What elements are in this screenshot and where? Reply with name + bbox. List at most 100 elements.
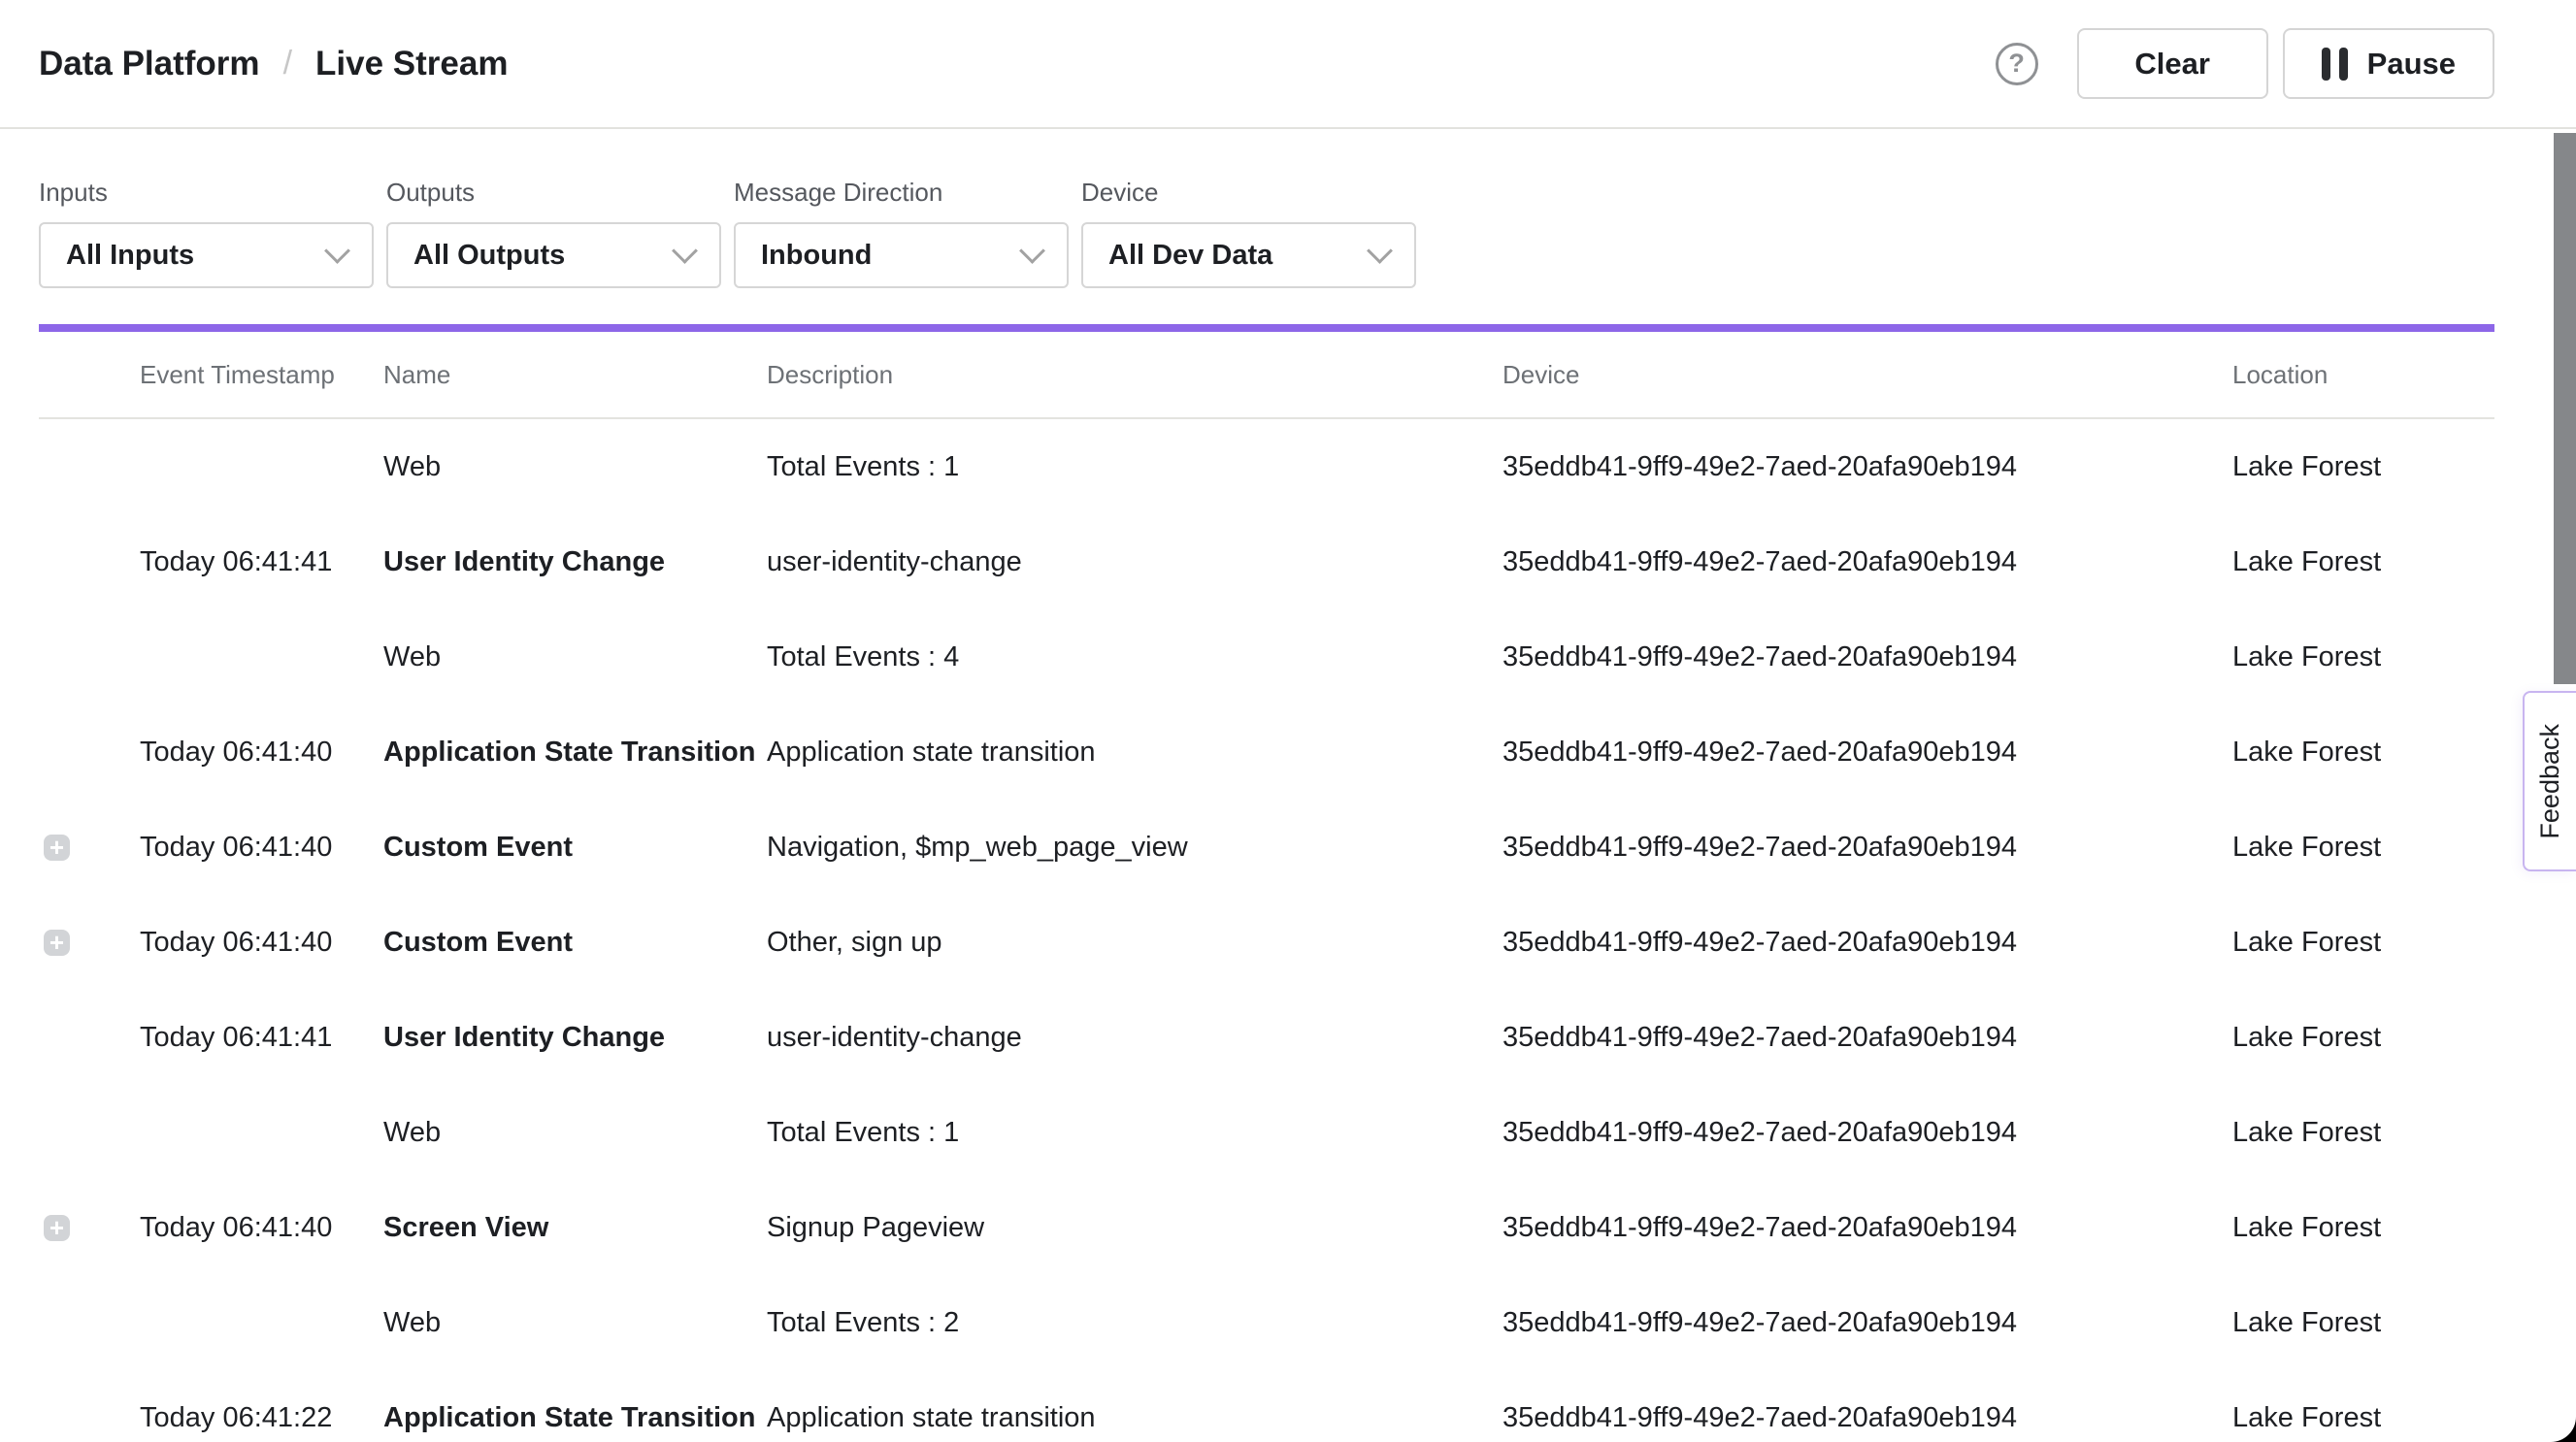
event-description-cell: Other, sign up	[767, 927, 1503, 959]
expand-cell: +	[39, 835, 140, 861]
plus-icon[interactable]: +	[44, 930, 70, 956]
event-timestamp-cell: Today 06:41:40	[140, 832, 383, 864]
event-description-cell: Total Events : 1	[767, 1117, 1503, 1149]
event-device-cell: 35eddb41-9ff9-49e2-7aed-20afa90eb194	[1503, 832, 2232, 864]
event-description-cell: Total Events : 2	[767, 1307, 1503, 1339]
page-title: Live Stream	[315, 45, 508, 83]
column-event-timestamp: Event Timestamp	[140, 360, 383, 390]
event-location-cell: Lake Forest	[2232, 641, 2494, 673]
message-direction-dropdown[interactable]: Inbound	[734, 222, 1069, 288]
event-timestamp-cell: Today 06:41:40	[140, 1212, 383, 1244]
table-row[interactable]: + Today 06:41:41 User Identity Change us…	[39, 514, 2494, 609]
breadcrumb-data-platform[interactable]: Data Platform	[39, 45, 260, 83]
event-device-cell: 35eddb41-9ff9-49e2-7aed-20afa90eb194	[1503, 1307, 2232, 1339]
inputs-dropdown[interactable]: All Inputs	[39, 222, 374, 288]
expand-cell: +	[39, 1405, 140, 1431]
event-location-cell: Lake Forest	[2232, 1307, 2494, 1339]
expand-cell: +	[39, 1310, 140, 1336]
event-location-cell: Lake Forest	[2232, 1402, 2494, 1434]
pause-button-label: Pause	[2367, 47, 2456, 82]
event-name-cell: Screen View	[383, 1212, 767, 1244]
clear-button[interactable]: Clear	[2077, 28, 2268, 99]
filter-inputs: Inputs All Inputs	[39, 178, 374, 288]
expand-cell: +	[39, 930, 140, 956]
event-description-cell: Signup Pageview	[767, 1212, 1503, 1244]
event-description-cell: user-identity-change	[767, 546, 1503, 578]
event-device-cell: 35eddb41-9ff9-49e2-7aed-20afa90eb194	[1503, 451, 2232, 483]
event-location-cell: Lake Forest	[2232, 927, 2494, 959]
event-timestamp-cell: Today 06:41:40	[140, 737, 383, 769]
table-row[interactable]: + Web Total Events : 1 35eddb41-9ff9-49e…	[39, 1085, 2494, 1180]
event-device-cell: 35eddb41-9ff9-49e2-7aed-20afa90eb194	[1503, 737, 2232, 769]
chevron-down-icon	[324, 238, 350, 264]
filter-message-direction-label: Message Direction	[734, 178, 1069, 208]
pause-button[interactable]: Pause	[2283, 28, 2494, 99]
column-location: Location	[2232, 360, 2494, 390]
device-dropdown[interactable]: All Dev Data	[1081, 222, 1416, 288]
expand-cell: +	[39, 739, 140, 766]
event-name-cell: Custom Event	[383, 927, 767, 959]
device-dropdown-value: All Dev Data	[1108, 240, 1272, 272]
expand-cell: +	[39, 1120, 140, 1146]
event-timestamp-cell: Today 06:41:41	[140, 1022, 383, 1054]
event-name-cell: Web	[383, 451, 767, 483]
event-name-cell: Web	[383, 1117, 767, 1149]
event-name-cell: Application State Transition	[383, 737, 767, 769]
table-row[interactable]: + Today 06:41:40 Custom Event Other, sig…	[39, 895, 2494, 990]
table-row[interactable]: + Today 06:41:41 User Identity Change us…	[39, 990, 2494, 1085]
vertical-scrollbar-thumb[interactable]	[2554, 133, 2576, 684]
inputs-dropdown-value: All Inputs	[66, 240, 194, 272]
event-description-cell: Navigation, $mp_web_page_view	[767, 832, 1503, 864]
event-name-cell: Web	[383, 1307, 767, 1339]
plus-icon[interactable]: +	[44, 835, 70, 861]
feedback-tab-label: Feedback	[2535, 724, 2565, 839]
table-row[interactable]: + Web Total Events : 1 35eddb41-9ff9-49e…	[39, 419, 2494, 514]
filter-device: Device All Dev Data	[1081, 178, 1416, 288]
plus-icon[interactable]: +	[44, 1215, 70, 1241]
event-name-cell: Custom Event	[383, 832, 767, 864]
event-table: Event Timestamp Name Description Device …	[39, 332, 2494, 1442]
feedback-tab[interactable]: Feedback	[2523, 691, 2576, 871]
expand-cell: +	[39, 549, 140, 575]
table-row[interactable]: + Today 06:41:40 Custom Event Navigation…	[39, 800, 2494, 895]
event-description-cell: user-identity-change	[767, 1022, 1503, 1054]
event-timestamp-cell: Today 06:41:40	[140, 927, 383, 959]
table-row[interactable]: + Today 06:41:40 Application State Trans…	[39, 705, 2494, 800]
table-row[interactable]: + Web Total Events : 2 35eddb41-9ff9-49e…	[39, 1275, 2494, 1370]
event-device-cell: 35eddb41-9ff9-49e2-7aed-20afa90eb194	[1503, 1117, 2232, 1149]
stream-indicator	[39, 324, 2494, 332]
expand-cell: +	[39, 1215, 140, 1241]
event-location-cell: Lake Forest	[2232, 546, 2494, 578]
outputs-dropdown[interactable]: All Outputs	[386, 222, 721, 288]
event-name-cell: User Identity Change	[383, 546, 767, 578]
chevron-down-icon	[1367, 238, 1393, 264]
event-device-cell: 35eddb41-9ff9-49e2-7aed-20afa90eb194	[1503, 641, 2232, 673]
expand-cell: +	[39, 644, 140, 671]
event-table-header: Event Timestamp Name Description Device …	[39, 332, 2494, 419]
event-timestamp-cell: Today 06:41:22	[140, 1402, 383, 1434]
column-name: Name	[383, 360, 767, 390]
help-icon[interactable]: ?	[1996, 43, 2038, 85]
event-location-cell: Lake Forest	[2232, 1117, 2494, 1149]
event-name-cell: Web	[383, 641, 767, 673]
event-location-cell: Lake Forest	[2232, 1022, 2494, 1054]
column-device: Device	[1503, 360, 2232, 390]
event-device-cell: 35eddb41-9ff9-49e2-7aed-20afa90eb194	[1503, 1022, 2232, 1054]
table-row[interactable]: + Today 06:41:40 Screen View Signup Page…	[39, 1180, 2494, 1275]
table-row[interactable]: + Web Total Events : 4 35eddb41-9ff9-49e…	[39, 609, 2494, 705]
event-location-cell: Lake Forest	[2232, 832, 2494, 864]
event-description-cell: Total Events : 1	[767, 451, 1503, 483]
chevron-down-icon	[1019, 238, 1045, 264]
event-table-body: + Web Total Events : 1 35eddb41-9ff9-49e…	[39, 419, 2494, 1442]
breadcrumb: Data Platform / Live Stream	[39, 45, 508, 83]
filter-message-direction: Message Direction Inbound	[734, 178, 1069, 288]
outputs-dropdown-value: All Outputs	[413, 240, 565, 272]
event-device-cell: 35eddb41-9ff9-49e2-7aed-20afa90eb194	[1503, 1402, 2232, 1434]
filter-inputs-label: Inputs	[39, 178, 374, 208]
header-actions: ? Clear Pause	[1996, 28, 2576, 99]
column-description: Description	[767, 360, 1503, 390]
table-row[interactable]: + Today 06:41:22 Application State Trans…	[39, 1370, 2494, 1442]
event-description-cell: Application state transition	[767, 737, 1503, 769]
event-device-cell: 35eddb41-9ff9-49e2-7aed-20afa90eb194	[1503, 546, 2232, 578]
expand-cell: +	[39, 1025, 140, 1051]
